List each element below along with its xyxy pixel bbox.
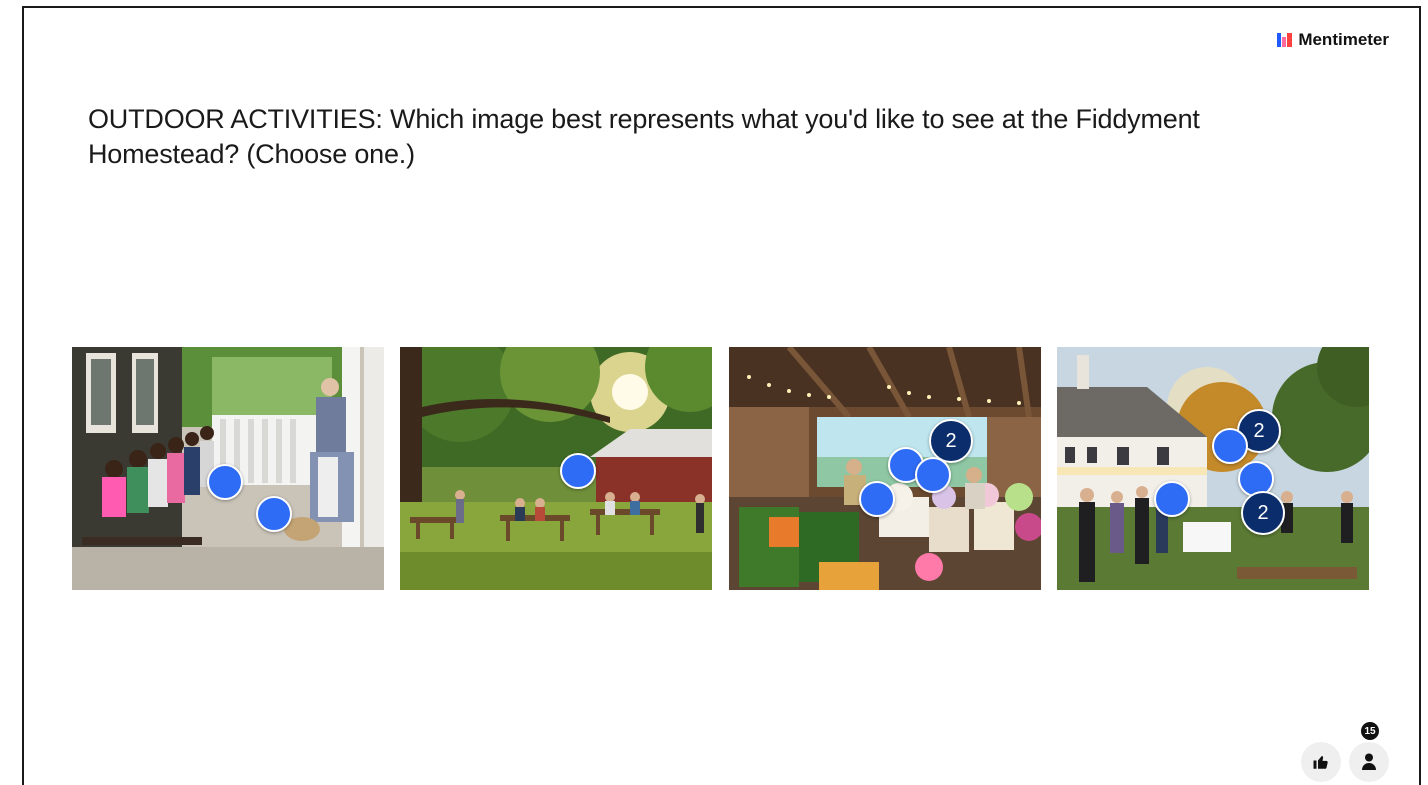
response-pin — [1212, 428, 1248, 464]
participants-button[interactable]: 15 — [1349, 722, 1389, 782]
picnic-grove-image — [400, 347, 712, 590]
mentimeter-logo-icon — [1277, 33, 1293, 47]
evening-event-image — [1057, 347, 1369, 590]
response-pin — [256, 496, 292, 532]
image-choice-grid: 2 2 2 — [72, 347, 1372, 592]
image-option-history-porch[interactable] — [72, 347, 384, 590]
response-pin — [1154, 481, 1190, 517]
response-pin — [859, 481, 895, 517]
response-pin — [915, 457, 951, 493]
participant-count-badge: 15 — [1361, 722, 1379, 740]
like-button[interactable] — [1301, 742, 1341, 782]
thumbs-up-icon — [1313, 756, 1328, 769]
brand-name: Mentimeter — [1298, 30, 1389, 49]
reaction-controls: 15 — [1301, 722, 1389, 782]
question-title: OUTDOOR ACTIVITIES: Which image best rep… — [88, 104, 1200, 169]
mentimeter-brand: Mentimeter — [1277, 30, 1389, 50]
presentation-slide: Mentimeter OUTDOOR ACTIVITIES: Which ima… — [22, 6, 1421, 785]
image-option-evening-event[interactable]: 2 2 — [1057, 347, 1369, 590]
image-option-farmers-market[interactable]: 2 — [729, 347, 1041, 590]
response-pin — [560, 453, 596, 489]
farmers-market-image — [729, 347, 1041, 590]
response-cluster-pin: 2 — [1241, 491, 1285, 535]
image-option-picnic-grove[interactable] — [400, 347, 712, 590]
person-icon — [1362, 753, 1376, 770]
response-pin — [207, 464, 243, 500]
